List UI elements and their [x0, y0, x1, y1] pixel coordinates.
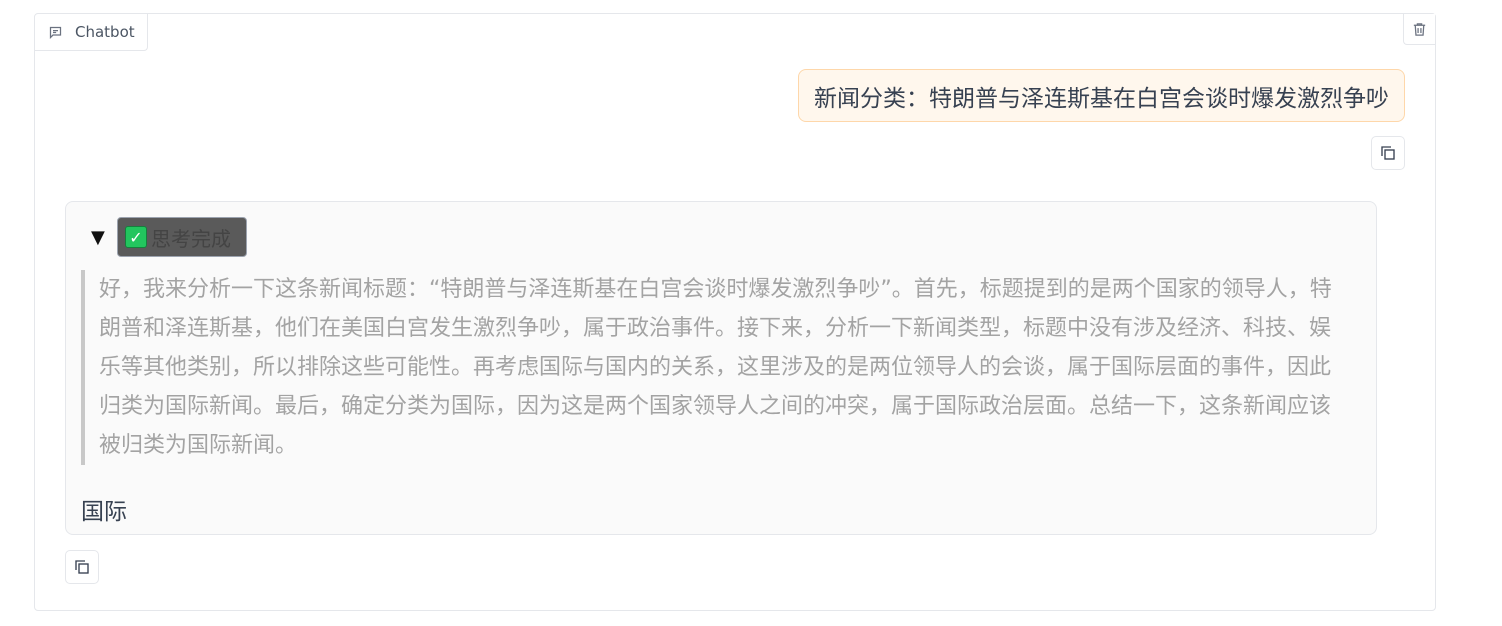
user-message: 新闻分类：特朗普与泽连斯基在白宫会谈时爆发激烈争吵: [798, 69, 1405, 122]
copy-icon: [1381, 146, 1395, 160]
copy-icon: [75, 560, 89, 574]
thinking-content: 好，我来分析一下这条新闻标题：“特朗普与泽连斯基在白宫会谈时爆发激烈争吵”。首先…: [81, 270, 1351, 465]
chatbot-label: Chatbot: [35, 14, 148, 51]
copy-user-message-button[interactable]: [1371, 136, 1405, 170]
chatbot-panel: Chatbot 新闻分类：特朗普与泽连斯基在白宫会谈时爆发激烈争吵 ▼ ✓ 思考…: [34, 13, 1436, 611]
thinking-status-badge: ✓ 思考完成: [117, 217, 247, 257]
check-box-icon: ✓: [125, 226, 147, 248]
thinking-status-text: 思考完成: [151, 226, 231, 251]
bot-answer: 国际: [81, 499, 127, 525]
copy-bot-message-button[interactable]: [65, 550, 99, 584]
trash-icon: [1413, 22, 1426, 36]
triangle-down-icon: ▼: [91, 226, 105, 248]
clear-button[interactable]: [1403, 14, 1435, 45]
chat-icon: [49, 26, 62, 39]
chatbot-label-text: Chatbot: [75, 23, 135, 41]
bot-message: ▼ ✓ 思考完成 好，我来分析一下这条新闻标题：“特朗普与泽连斯基在白宫会谈时爆…: [65, 201, 1377, 535]
thinking-toggle[interactable]: ▼ ✓ 思考完成: [91, 217, 247, 257]
